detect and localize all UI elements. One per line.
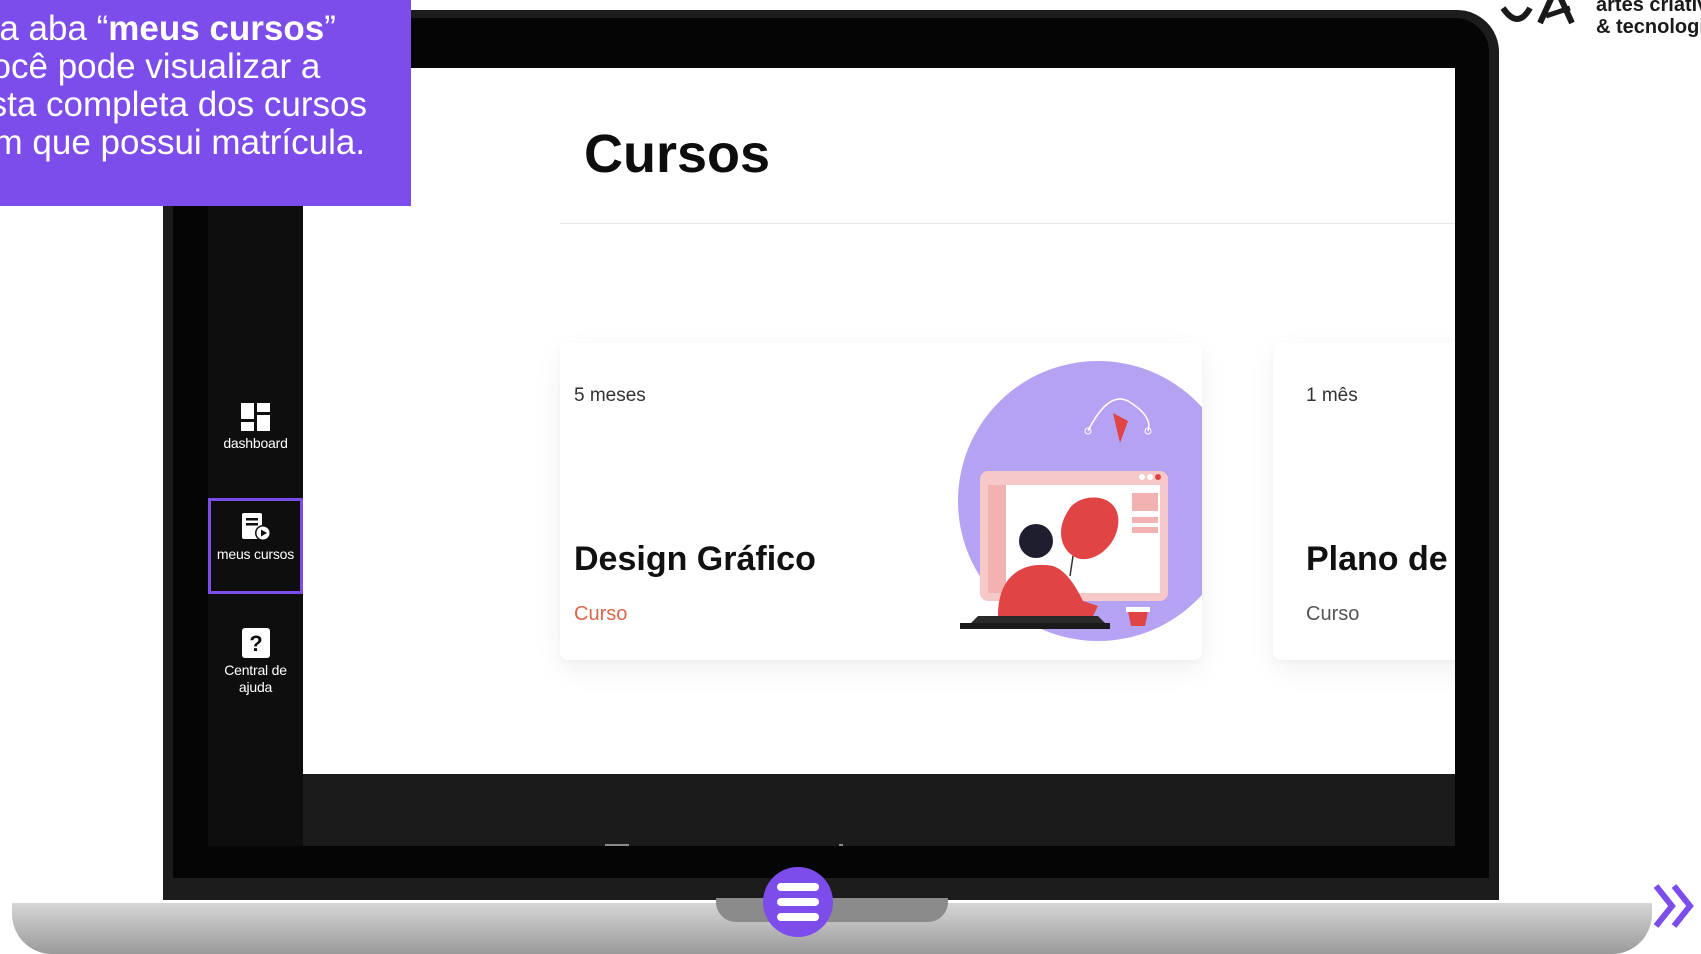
screen-footer — [303, 774, 1455, 846]
callout-text: Na aba “meus cursos” você pode visualiza… — [0, 10, 367, 162]
designer-at-monitor-illustration — [958, 361, 1202, 641]
course-title: Design Gráfico — [574, 540, 816, 578]
brand-line1: artes criativas — [1596, 0, 1701, 16]
menu-bar — [777, 913, 819, 921]
callout-line2: você pode visualizar a — [0, 47, 321, 86]
brand-line2: & tecnologia — [1596, 16, 1701, 38]
sidebar-item-dashboard[interactable]: dashboard — [208, 403, 303, 452]
sidebar-item-label: dashboard — [223, 435, 288, 451]
double-chevron-right-icon[interactable] — [1652, 880, 1701, 932]
title-divider — [560, 223, 1455, 224]
brand-name: artes criativas & tecnologia — [1596, 0, 1701, 38]
menu-bar — [777, 883, 819, 891]
page-title: Cursos — [584, 124, 771, 184]
course-type-label: Curso — [574, 603, 628, 625]
callout-line3: lista completa dos cursos — [0, 85, 367, 124]
callout-line1-suffix: ” — [324, 9, 336, 48]
brand-mark-icon — [1500, 0, 1575, 25]
menu-bar — [777, 898, 819, 906]
hamburger-menu-icon[interactable] — [763, 867, 833, 937]
callout-line1-prefix: Na aba “ — [0, 9, 109, 48]
help-icon: ? — [241, 628, 270, 658]
sidebar-item-label-line2: ajuda — [238, 679, 273, 695]
callout-highlight: meus cursos — [108, 9, 325, 48]
course-duration: 5 meses — [574, 385, 646, 406]
brand-logo: artes criativas & tecnologia — [1498, 0, 1701, 40]
main-content: Cursos 5 meses Design Gráfico Curso 1 mê… — [303, 68, 1455, 774]
course-title: Plano de — [1306, 540, 1448, 578]
course-card[interactable]: 1 mês Plano de Curso — [1273, 343, 1455, 660]
footer-mark — [839, 844, 843, 846]
sidebar-item-meus-cursos[interactable]: meus cursos — [208, 498, 303, 594]
sidebar-item-central-de-ajuda[interactable]: ? Central de ajuda — [208, 628, 303, 696]
course-type-label: Curso — [1306, 603, 1360, 625]
course-video-icon — [241, 513, 271, 541]
svg-text:?: ? — [249, 631, 262, 656]
course-card[interactable]: 5 meses Design Gráfico Curso — [560, 343, 1202, 660]
sidebar-item-label: Central de — [224, 662, 287, 678]
footer-mark — [605, 844, 629, 846]
dashboard-icon — [240, 403, 270, 431]
sidebar-item-label: meus cursos — [216, 546, 295, 562]
course-duration: 1 mês — [1306, 385, 1358, 406]
callout-line4: em que possui matrícula. — [0, 123, 366, 162]
instruction-callout: Na aba “meus cursos” você pode visualiza… — [0, 0, 411, 206]
